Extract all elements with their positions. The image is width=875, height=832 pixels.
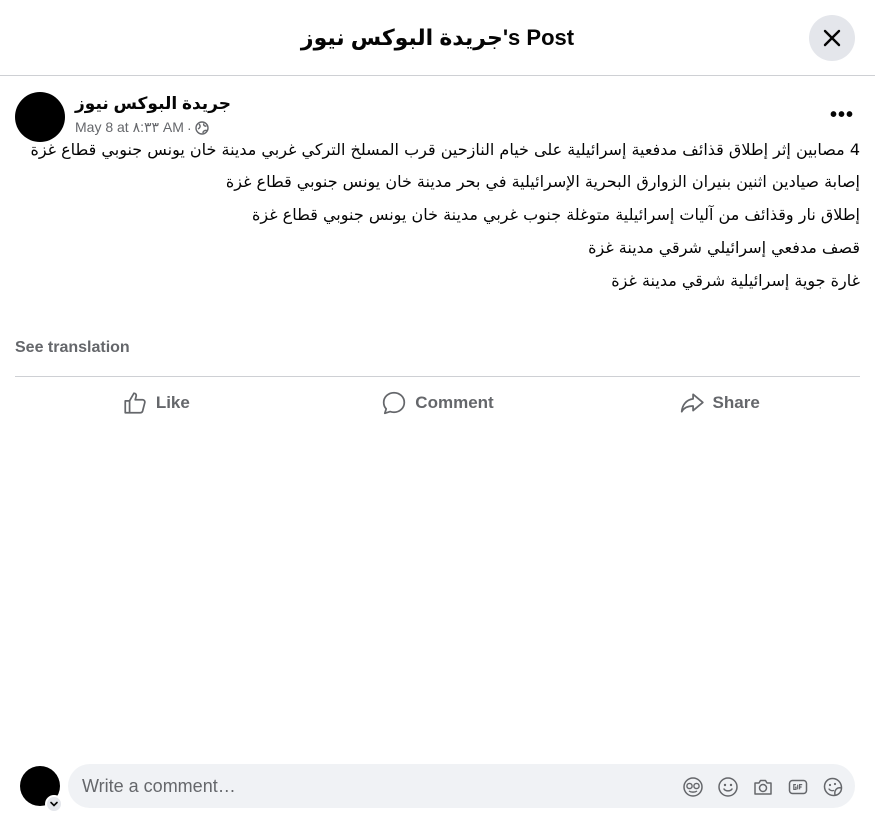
share-label: Share — [712, 393, 760, 412]
comment-input[interactable] — [68, 764, 658, 808]
post-timestamp[interactable]: May 8 at ٨:٣٣ AM — [75, 119, 184, 136]
speech-bubble-icon — [383, 391, 406, 415]
gif-button[interactable] — [785, 774, 810, 799]
meta-separator: · — [186, 119, 192, 136]
author-name[interactable]: جريدة البوكس نيوز — [75, 94, 231, 114]
post-paragraph: قصف مدفعي إسرائيلي شرقي مدينة غزة — [588, 238, 860, 257]
post-meta: May 8 at ٨:٣٣ AM · — [75, 119, 209, 136]
like-label: Like — [155, 393, 190, 412]
comment-tools — [680, 774, 845, 799]
chevron-down-icon — [50, 801, 58, 807]
avatar-sticker-icon — [682, 776, 703, 797]
post-header: جريدة البوكس نيوز May 8 at ٨:٣٣ AM · ••• — [15, 90, 860, 142]
avatar-sticker-button[interactable] — [680, 774, 705, 799]
share-button[interactable]: Share — [578, 381, 860, 425]
like-button[interactable]: Like — [15, 381, 297, 425]
close-button[interactable] — [809, 15, 855, 61]
gif-icon — [788, 779, 807, 794]
emoji-button[interactable] — [715, 774, 740, 799]
thumbs-up-icon — [124, 392, 146, 414]
post-paragraph: 4 مصابين إثر إطلاق قذائف مدفعية إسرائيلي… — [30, 140, 860, 159]
globe-icon — [194, 120, 209, 135]
emoji-icon — [717, 776, 738, 797]
comment-composer — [20, 764, 855, 813]
comment-input-wrapper — [68, 764, 855, 808]
dialog-title: جريدة البوكس نيوز's Post — [300, 24, 575, 50]
post-paragraph: إطلاق نار وقذائف من آليات إسرائيلية متوغ… — [252, 205, 860, 224]
comment-button[interactable]: Comment — [297, 381, 579, 425]
close-icon — [823, 29, 841, 47]
post-text: 4 مصابين إثر إطلاق قذائف مدفعية إسرائيلي… — [15, 138, 860, 302]
sticker-icon — [823, 777, 842, 796]
dialog-header: جريدة البوكس نيوز's Post — [0, 0, 875, 76]
share-arrow-icon — [680, 393, 704, 413]
profile-switch-button[interactable] — [45, 795, 63, 813]
see-translation-link[interactable]: See translation — [15, 339, 130, 357]
camera-button[interactable] — [750, 774, 775, 799]
sticker-button[interactable] — [820, 774, 845, 799]
post-actions: Like Comment Share — [15, 381, 860, 425]
comment-label: Comment — [415, 393, 494, 412]
more-options-button[interactable]: ••• — [824, 100, 860, 130]
post-paragraph: إصابة صيادين اثنين بنيران الزوارق البحري… — [225, 172, 860, 191]
author-avatar[interactable] — [15, 92, 65, 142]
post-paragraph: غارة جوية إسرائيلية شرقي مدينة غزة — [611, 271, 860, 290]
actions-divider — [15, 376, 860, 377]
camera-icon — [753, 779, 772, 795]
